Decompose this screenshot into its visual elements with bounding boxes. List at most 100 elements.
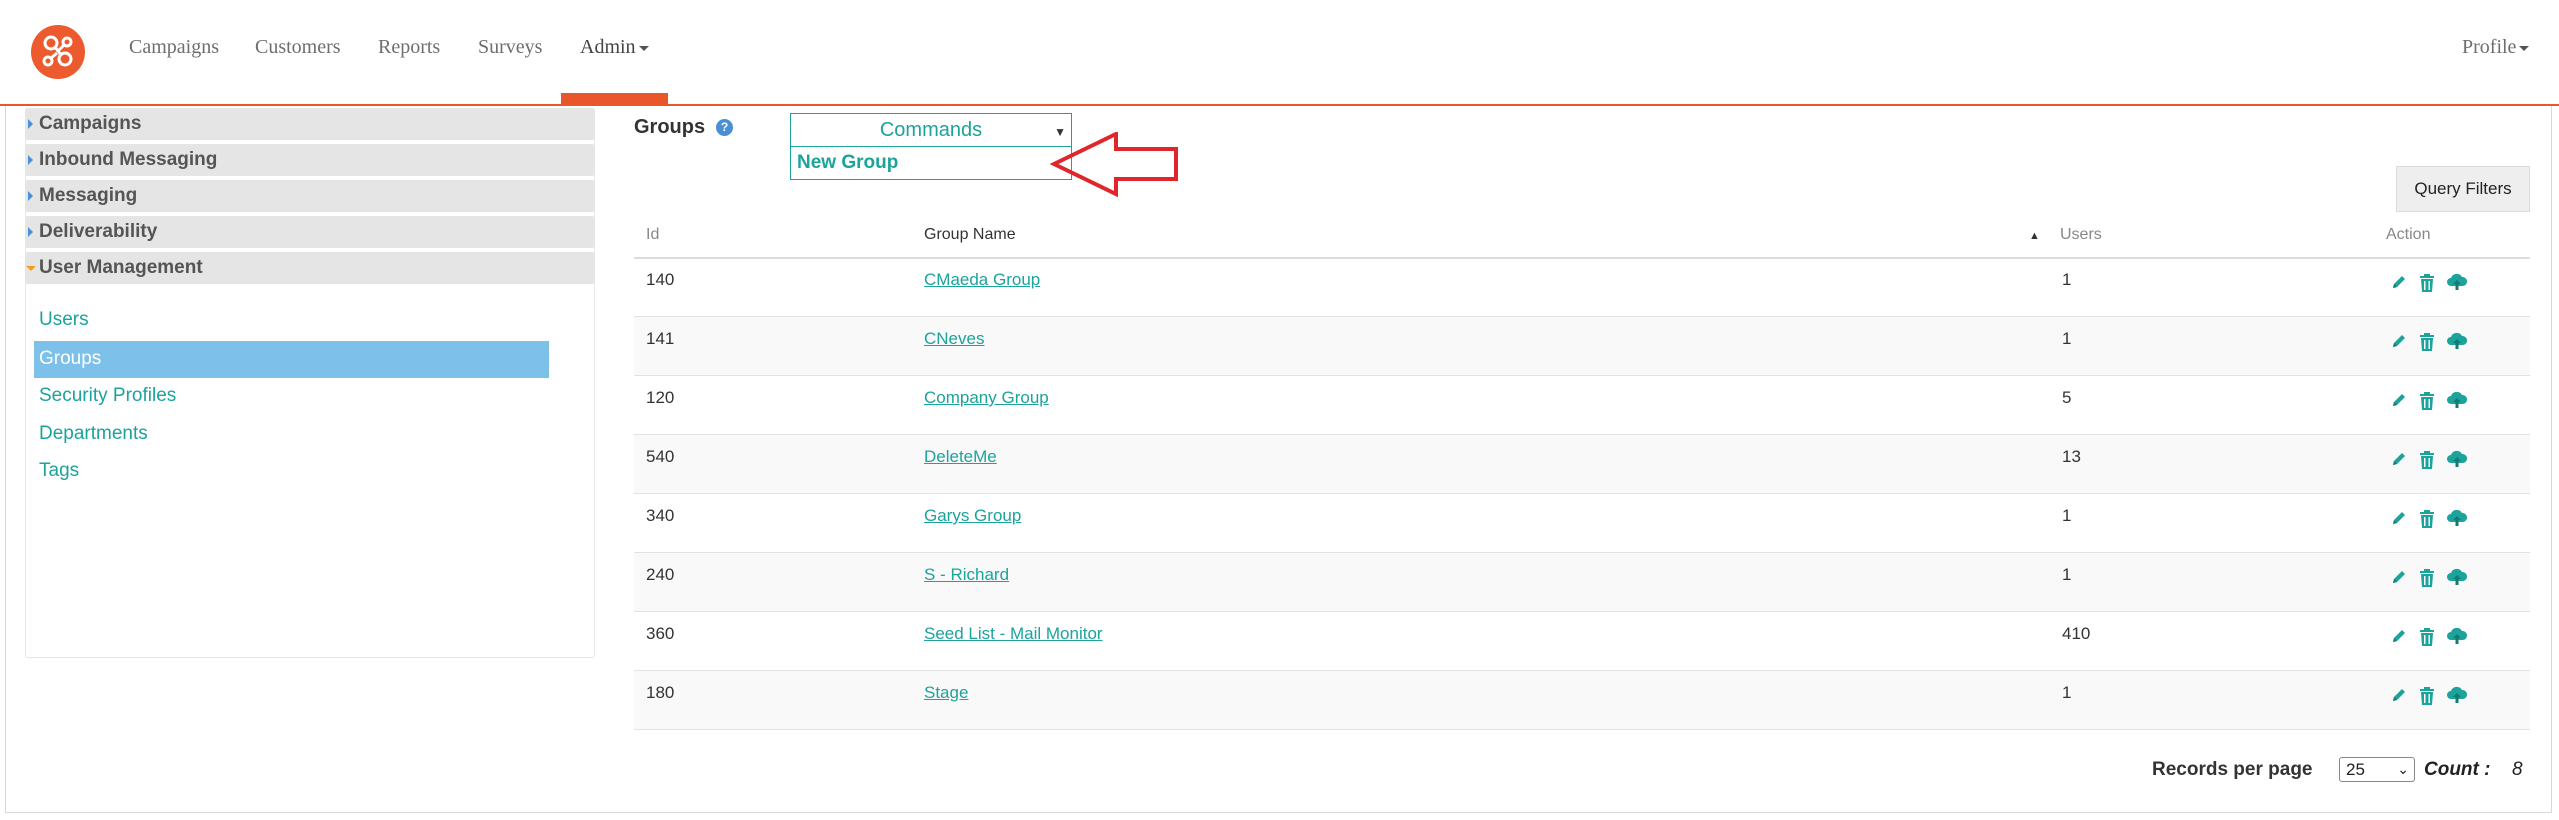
cell-id: 240: [646, 565, 675, 584]
edit-icon[interactable]: [2390, 391, 2408, 414]
top-navbar: Campaigns Customers Reports Surveys Admi…: [0, 0, 2559, 106]
edit-icon[interactable]: [2390, 332, 2408, 355]
sidebar-section-user-management[interactable]: User Management: [25, 252, 595, 284]
group-name-link[interactable]: Stage: [924, 683, 968, 703]
sidebar-item-security-profiles[interactable]: Security Profiles: [39, 385, 176, 407]
trash-icon[interactable]: [2418, 450, 2436, 475]
sidebar-section-label: Deliverability: [39, 221, 158, 242]
table-row: 140 CMaeda Group 1: [634, 258, 2530, 317]
sort-ascending-icon[interactable]: ▲: [2029, 230, 2040, 242]
cell-users: 1: [2062, 270, 2072, 289]
help-icon[interactable]: ?: [716, 119, 733, 136]
cell-users: 13: [2062, 447, 2081, 466]
annotation-arrow-icon: [1050, 132, 1178, 198]
column-header-users[interactable]: Users: [2060, 226, 2102, 244]
trash-icon[interactable]: [2418, 509, 2436, 534]
trash-icon[interactable]: [2418, 332, 2436, 357]
nav-profile-label: Profile: [2462, 36, 2517, 58]
new-group-menu-item[interactable]: New Group: [797, 152, 898, 174]
edit-icon[interactable]: [2390, 273, 2408, 296]
nav-reports[interactable]: Reports: [378, 36, 440, 59]
records-per-page-label: Records per page: [2152, 759, 2313, 780]
cell-users: 1: [2062, 506, 2072, 525]
sidebar-item-groups[interactable]: Groups: [39, 348, 101, 370]
nav-profile[interactable]: Profile: [2462, 36, 2530, 59]
commands-dropdown: Commands ▼ New Group: [790, 113, 1072, 180]
column-header-id[interactable]: Id: [646, 226, 659, 244]
group-name-link[interactable]: Garys Group: [924, 506, 1021, 526]
caret-down-icon: [26, 266, 36, 271]
cloud-upload-icon[interactable]: [2446, 450, 2468, 473]
caret-right-icon: [28, 227, 33, 237]
count-value: 8: [2512, 759, 2523, 780]
cell-users: 1: [2062, 565, 2072, 584]
edit-icon[interactable]: [2390, 568, 2408, 591]
sidebar-section-label: Campaigns: [39, 113, 142, 134]
chevron-down-icon: [638, 45, 649, 51]
sidebar: Campaigns Inbound Messaging Messaging De…: [25, 108, 595, 658]
page-title: Groups: [634, 116, 706, 138]
trash-icon[interactable]: [2418, 627, 2436, 652]
group-name-link[interactable]: DeleteMe: [924, 447, 997, 467]
trash-icon[interactable]: [2418, 391, 2436, 416]
cloud-upload-icon[interactable]: [2446, 509, 2468, 532]
edit-icon[interactable]: [2390, 509, 2408, 532]
table-header: Id Group Name ▲ Users Action: [634, 216, 2530, 259]
cell-users: 5: [2062, 388, 2072, 407]
cloud-upload-icon[interactable]: [2446, 627, 2468, 650]
trash-icon[interactable]: [2418, 686, 2436, 711]
nav-admin[interactable]: Admin: [580, 36, 649, 59]
table-row: 180 Stage 1: [634, 671, 2530, 730]
edit-icon[interactable]: [2390, 450, 2408, 473]
caret-right-icon: [28, 119, 33, 129]
caret-right-icon: [28, 191, 33, 201]
group-name-link[interactable]: CMaeda Group: [924, 270, 1040, 290]
cloud-upload-icon[interactable]: [2446, 273, 2468, 296]
table-row: 340 Garys Group 1: [634, 494, 2530, 553]
nav-surveys[interactable]: Surveys: [478, 36, 542, 59]
column-header-group-name[interactable]: Group Name: [924, 226, 1016, 244]
sidebar-section-label: User Management: [39, 257, 203, 278]
trash-icon[interactable]: [2418, 568, 2436, 593]
cell-id: 540: [646, 447, 675, 466]
cloud-upload-icon[interactable]: [2446, 391, 2468, 414]
table-row: 240 S - Richard 1: [634, 553, 2530, 612]
cell-users: 1: [2062, 329, 2072, 348]
chevron-down-icon: [2519, 45, 2530, 51]
cell-id: 180: [646, 683, 675, 702]
edit-icon[interactable]: [2390, 627, 2408, 650]
caret-right-icon: [28, 155, 33, 165]
cell-id: 120: [646, 388, 675, 407]
group-name-link[interactable]: Seed List - Mail Monitor: [924, 624, 1103, 644]
cloud-upload-icon[interactable]: [2446, 568, 2468, 591]
cloud-upload-icon[interactable]: [2446, 332, 2468, 355]
commands-label: Commands: [879, 119, 983, 141]
sidebar-item-departments[interactable]: Departments: [39, 423, 148, 445]
nav-active-indicator: [561, 93, 668, 104]
sidebar-section-messaging[interactable]: Messaging: [25, 180, 595, 212]
group-name-link[interactable]: CNeves: [924, 329, 984, 349]
sidebar-section-deliverability[interactable]: Deliverability: [25, 216, 595, 248]
sidebar-selected-highlight: [34, 341, 549, 378]
trash-icon[interactable]: [2418, 273, 2436, 298]
cloud-upload-icon[interactable]: [2446, 686, 2468, 709]
commands-select[interactable]: Commands ▼: [791, 114, 1071, 147]
query-filters-button[interactable]: Query Filters: [2396, 166, 2530, 212]
sidebar-item-tags[interactable]: Tags: [39, 460, 79, 482]
app-logo[interactable]: [31, 25, 85, 79]
chevron-down-icon: ⌄: [2397, 761, 2409, 777]
table-row: 540 DeleteMe 13: [634, 435, 2530, 494]
edit-icon[interactable]: [2390, 686, 2408, 709]
records-per-page-select[interactable]: 25 ⌄: [2339, 757, 2415, 782]
nav-customers[interactable]: Customers: [255, 36, 341, 59]
group-name-link[interactable]: Company Group: [924, 388, 1049, 408]
sidebar-item-users[interactable]: Users: [39, 309, 89, 331]
cell-id: 340: [646, 506, 675, 525]
group-name-link[interactable]: S - Richard: [924, 565, 1009, 585]
sidebar-section-campaigns[interactable]: Campaigns: [25, 108, 595, 140]
table-row: 141 CNeves 1: [634, 317, 2530, 376]
count-label: Count :: [2424, 759, 2491, 780]
records-per-page-value: 25: [2346, 760, 2365, 779]
sidebar-section-inbound-messaging[interactable]: Inbound Messaging: [25, 144, 595, 176]
nav-campaigns[interactable]: Campaigns: [129, 36, 219, 59]
